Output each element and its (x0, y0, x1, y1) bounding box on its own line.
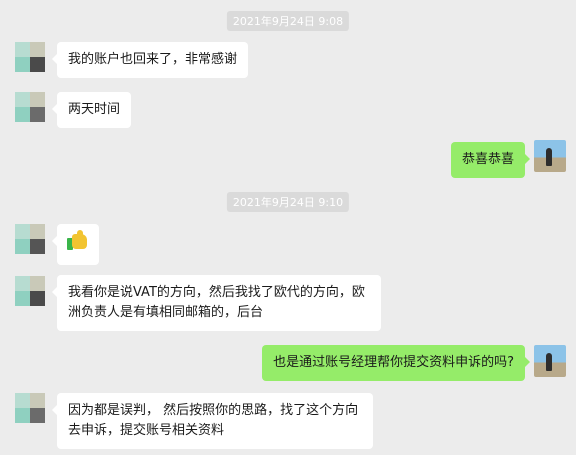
timestamp: 2021年9月24日 9:08 (226, 11, 350, 31)
message-text: 恭喜恭喜 (461, 152, 514, 167)
message-bubble[interactable]: 也是通过账号经理帮你提交资料申诉的吗? (262, 345, 530, 381)
thumbs-up-icon (67, 230, 89, 252)
message-bubble[interactable]: 我的账户也回来了，非常感谢 (51, 42, 249, 78)
message-bubble[interactable] (52, 224, 99, 265)
message-bubble[interactable]: 因为都是误判， 然后按照你的思路，找了这个方向去申诉，提交账号相关资料 (52, 393, 373, 449)
message-text: 也是通过账号经理帮你提交资料申诉的吗? (273, 355, 514, 370)
contact-avatar[interactable] (15, 393, 45, 423)
my-avatar[interactable] (534, 345, 566, 377)
contact-avatar[interactable] (15, 42, 45, 72)
contact-avatar[interactable] (15, 224, 45, 254)
message-bubble[interactable]: 我看你是说VAT的方向，然后我找了欧代的方向，欧洲负责人是有填相同邮箱的，后台 (52, 275, 381, 331)
contact-avatar[interactable] (15, 276, 45, 306)
message-bubble[interactable]: 两天时间 (51, 92, 132, 128)
message-text: 两天时间 (68, 102, 121, 117)
message-bubble[interactable]: 恭喜恭喜 (450, 142, 531, 178)
my-avatar[interactable] (534, 140, 566, 172)
message-text: 因为都是误判， 然后按照你的思路，找了这个方向去申诉，提交账号相关资料 (68, 403, 359, 438)
message-text: 我的账户也回来了，非常感谢 (68, 52, 238, 67)
contact-avatar[interactable] (15, 92, 45, 122)
timestamp: 2021年9月24日 9:10 (226, 192, 350, 212)
message-text: 我看你是说VAT的方向，然后我找了欧代的方向，欧洲负责人是有填相同邮箱的，后台 (68, 285, 365, 320)
